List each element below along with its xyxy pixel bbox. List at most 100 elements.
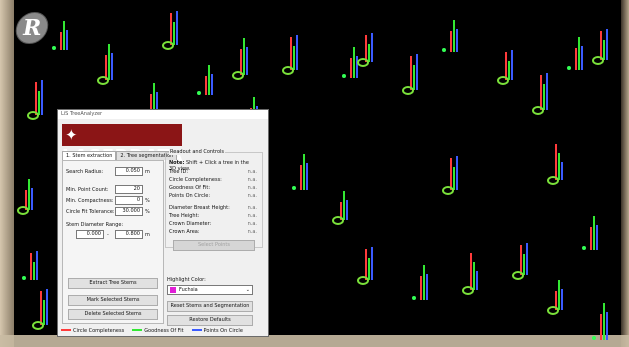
tree-stem-marker[interactable] — [300, 150, 310, 190]
tree-stem-marker[interactable] — [555, 270, 565, 310]
marker-bar — [558, 280, 560, 310]
tree-stem-marker[interactable] — [30, 240, 40, 280]
marker-bar — [41, 80, 43, 115]
marker-bar — [413, 65, 415, 90]
marker-bar — [526, 243, 528, 275]
tree-stem-marker[interactable] — [40, 285, 50, 325]
tree-stem-marker[interactable] — [575, 30, 585, 70]
marker-bar — [290, 37, 292, 70]
select-points-button[interactable]: Select Points — [173, 240, 255, 251]
tree-stem-marker[interactable] — [60, 10, 70, 50]
min-compactness-field[interactable]: 0 — [115, 196, 143, 205]
readout-row: Goodness Of Fit: n.a. — [169, 185, 257, 191]
tree-stem-marker[interactable] — [420, 260, 430, 300]
legend-item: Circle Completeness — [61, 328, 124, 334]
legend-item: Goodness Of Fit — [132, 328, 184, 334]
stem-circle-icon — [27, 111, 39, 120]
marker-bar — [35, 82, 37, 115]
tree-stem-marker[interactable] — [450, 150, 460, 190]
chevron-down-icon: ⌄ — [245, 287, 250, 293]
marker-bar — [410, 56, 412, 90]
readout-value: n.a. — [247, 205, 257, 211]
marker-bar — [581, 46, 583, 70]
marker-bar — [343, 191, 345, 220]
tree-stem-marker[interactable] — [600, 20, 610, 60]
restore-defaults-button[interactable]: Restore Defaults — [167, 315, 253, 326]
stem-circle-icon — [592, 336, 596, 340]
min-point-count-field[interactable]: 20 — [115, 185, 143, 194]
readout-label: Tree ID: — [169, 169, 189, 175]
circle-fit-field[interactable]: 30.000 — [115, 207, 143, 216]
stem-diameter-max-field[interactable]: 0.800 — [115, 230, 143, 239]
delete-selected-stems-button[interactable]: Delete Selected Stems — [68, 309, 158, 320]
stem-circle-icon — [162, 41, 174, 50]
stem-circle-icon — [232, 71, 244, 80]
marker-bar — [205, 76, 207, 95]
highlight-color-value: Fuchsia — [179, 287, 198, 293]
extract-tree-stems-button[interactable]: Extract Tree Stems — [68, 278, 158, 289]
marker-bar — [208, 65, 210, 95]
marker-bar — [111, 53, 113, 80]
tree-stem-marker[interactable] — [240, 35, 250, 75]
stem-circle-icon — [582, 246, 586, 250]
marker-bar — [46, 289, 48, 325]
marker-bar — [523, 254, 525, 275]
tree-stem-marker[interactable] — [555, 140, 565, 180]
marker-bar — [546, 73, 548, 110]
tree-stem-marker[interactable] — [450, 12, 460, 52]
tree-stem-marker[interactable] — [505, 40, 515, 80]
marker-bar — [30, 253, 32, 280]
legend-item: Points On Circle — [191, 328, 243, 334]
stem-circle-icon — [357, 276, 369, 285]
tree-stem-marker[interactable] — [340, 180, 350, 220]
tab-stem-extraction[interactable]: 1. Stem extraction — [62, 151, 117, 160]
legend-line — [61, 329, 71, 331]
tree-stem-marker[interactable] — [170, 5, 180, 45]
stem-diameter-min-field[interactable]: 0.000 — [76, 230, 104, 239]
compass-star-icon: ✦ — [65, 126, 79, 144]
legend-label: Circle Completeness — [73, 327, 125, 334]
marker-bar — [303, 154, 305, 190]
stem-circle-icon — [357, 58, 369, 67]
stem-circle-icon — [547, 306, 559, 315]
tree-stem-marker[interactable] — [25, 170, 35, 210]
marker-bar — [470, 253, 472, 290]
search-radius-field[interactable]: 0.050 — [115, 167, 143, 176]
readout-label: Crown Area: — [169, 229, 200, 235]
marker-bar — [456, 29, 458, 52]
tree-stem-marker[interactable] — [410, 50, 420, 90]
tree-stem-marker[interactable] — [520, 235, 530, 275]
marker-bar — [453, 167, 455, 190]
stem-circle-icon — [497, 76, 509, 85]
readout-row: Tree Height: n.a. — [169, 213, 257, 219]
marker-bar — [108, 44, 110, 80]
tree-stem-marker[interactable] — [365, 240, 375, 280]
reset-stems-button[interactable]: Reset Stems and Segmentation — [167, 301, 253, 312]
marker-bar — [606, 29, 608, 60]
highlight-color-select[interactable]: Fuchsia ⌄ — [167, 285, 253, 295]
marker-bar — [453, 20, 455, 52]
marker-bar — [555, 144, 557, 180]
stem-circle-icon — [32, 321, 44, 330]
tree-stem-marker[interactable] — [590, 210, 600, 250]
tree-stem-marker[interactable] — [365, 22, 375, 62]
window-title: LiS TreeAnalyzer — [58, 110, 268, 119]
tree-stem-marker[interactable] — [105, 40, 115, 80]
legend-line — [132, 329, 143, 331]
tree-stem-marker[interactable] — [600, 300, 610, 340]
marker-bar — [296, 35, 298, 70]
tree-stem-marker[interactable] — [540, 70, 550, 110]
marker-bar — [31, 188, 33, 210]
readout-value: n.a. — [247, 169, 257, 175]
tree-stem-marker[interactable] — [35, 75, 45, 115]
marker-bar — [606, 312, 608, 340]
readout-label: Goodness Of Fit: — [169, 185, 211, 191]
readout-row: Tree ID: n.a. — [169, 169, 257, 175]
readout-label: Tree Height: — [169, 213, 200, 219]
tree-stem-marker[interactable] — [470, 250, 480, 290]
readout-row: Circle Completeness: n.a. — [169, 177, 257, 183]
tree-stem-marker[interactable] — [290, 30, 300, 70]
marker-bar — [38, 91, 40, 115]
mark-selected-stems-button[interactable]: Mark Selected Stems — [68, 295, 158, 306]
tree-stem-marker[interactable] — [205, 55, 215, 95]
